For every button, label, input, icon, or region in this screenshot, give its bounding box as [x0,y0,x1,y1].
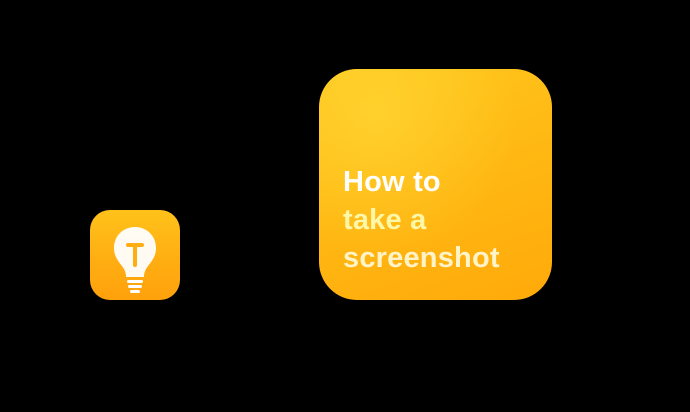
tile-title-line-2: take a [343,204,427,236]
screen: How to take a screenshot [0,0,690,412]
how-to-screenshot-tile[interactable]: How to take a screenshot [319,69,552,300]
tile-title: How to take a screenshot [343,163,500,277]
lightbulb-icon [114,227,156,293]
tile-title-line-1: How to [343,166,441,198]
tile-title-line-3: screenshot [343,242,500,274]
tips-app-icon[interactable] [90,210,180,300]
